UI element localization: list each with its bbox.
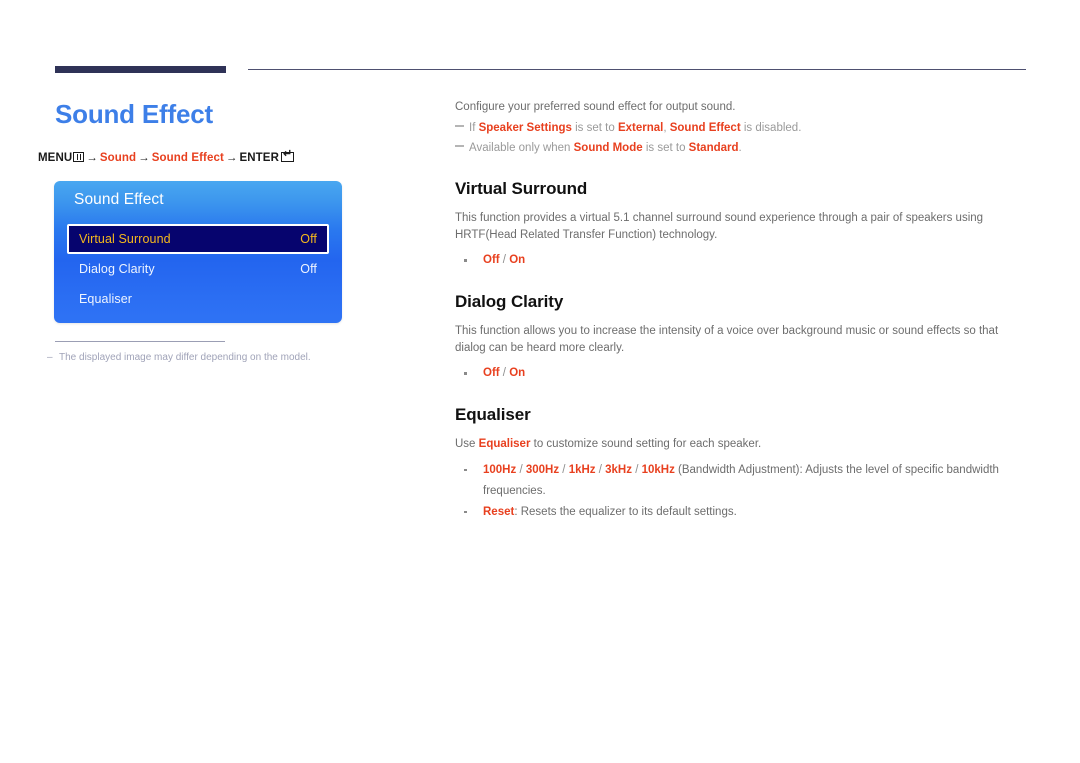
note-dash-icon [455, 125, 464, 127]
menu-path-breadcrumb: MENU → Sound → Sound Effect → ENTER [38, 149, 294, 164]
note-text: If Speaker Settings is set to External, … [469, 122, 802, 134]
section-heading-dialog-clarity: Dialog Clarity [455, 292, 564, 311]
menu-path-step-sound: Sound [99, 152, 137, 164]
menu-grid-icon [73, 152, 85, 162]
section-body-virtual-surround: This function provides a virtual 5.1 cha… [455, 212, 984, 241]
osd-row-value: Off [300, 232, 317, 246]
bullet-list-equaliser: 100Hz / 300Hz / 1kHz / 3kHz / 10kHz (Ban… [455, 460, 1027, 523]
bullet-list-dialog-clarity: Off / On [455, 363, 1027, 384]
section-body-dialog-clarity: This function allows you to increase the… [455, 325, 999, 354]
note-text: Available only when Sound Mode is set to… [469, 142, 742, 154]
osd-row-label: Dialog Clarity [79, 262, 155, 276]
enter-key-icon [280, 149, 294, 162]
osd-menu-panel: Sound Effect Virtual Surround Off Dialog… [54, 181, 342, 323]
page-title: Sound Effect [55, 99, 213, 129]
osd-row-label: Virtual Surround [79, 232, 171, 246]
osd-row-virtual-surround[interactable]: Virtual Surround Off [67, 224, 329, 254]
osd-row-label: Equaliser [79, 292, 133, 306]
right-column: Configure your preferred sound effect fo… [455, 97, 1027, 523]
osd-row-list: Virtual Surround Off Dialog Clarity Off … [67, 224, 329, 314]
osd-row-dialog-clarity[interactable]: Dialog Clarity Off [67, 254, 329, 284]
menu-path-enter-label: ENTER [239, 152, 279, 164]
section-heading-virtual-surround: Virtual Surround [455, 179, 588, 198]
bullet-item: Reset: Resets the equalizer to its defau… [455, 502, 1027, 523]
footnote-divider [55, 341, 225, 342]
bullet-item: 100Hz / 300Hz / 1kHz / 3kHz / 10kHz (Ban… [455, 460, 1027, 502]
menu-path-step-sound-effect: Sound Effect [151, 152, 224, 164]
footnote-text: The displayed image may differ depending… [59, 352, 311, 363]
bullet-item: Off / On [455, 363, 1027, 384]
footnote: – The displayed image may differ dependin… [47, 351, 377, 365]
note-dash-icon [455, 145, 464, 147]
intro-paragraph: Configure your preferred sound effect fo… [455, 101, 736, 113]
note-sound-mode: Available only when Sound Mode is set to… [455, 138, 1027, 158]
manual-page: Sound Effect MENU → Sound → Sound Effect → ENT… [0, 0, 1080, 763]
bullet-item: Off / On [455, 250, 1027, 271]
section-heading-equaliser: Equaliser [455, 405, 531, 424]
left-column: Sound Effect MENU → Sound → Sound Effect → ENT… [0, 0, 440, 763]
osd-panel-title: Sound Effect [74, 191, 164, 208]
osd-row-equaliser[interactable]: Equaliser [67, 284, 329, 314]
menu-path-menu-label: MENU [38, 152, 73, 164]
menu-path-arrow-1: → [86, 152, 98, 164]
menu-path-arrow-2: → [138, 152, 150, 164]
footnote-dash: – [47, 352, 53, 363]
osd-row-value: Off [300, 262, 317, 276]
bullet-list-virtual-surround: Off / On [455, 250, 1027, 271]
menu-path-arrow-3: → [225, 152, 238, 164]
section-body-equaliser: Use Equaliser to customize sound setting… [455, 438, 762, 450]
note-speaker-settings: If Speaker Settings is set to External, … [455, 118, 1027, 138]
